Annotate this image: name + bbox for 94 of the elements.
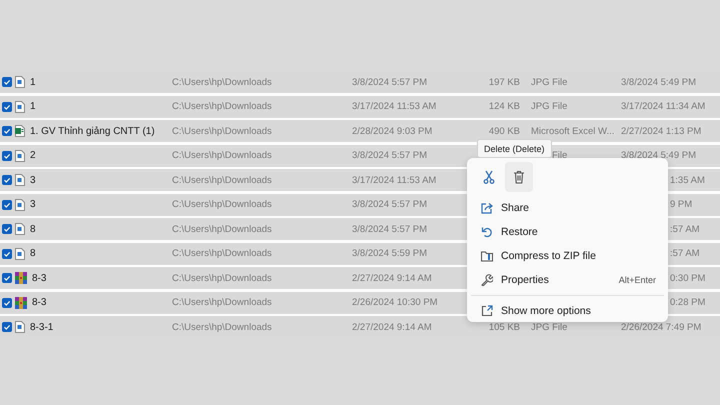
type-cell: File	[552, 150, 568, 161]
file-path: C:\Users\hp\Downloads	[172, 199, 273, 210]
checkbox[interactable]	[2, 224, 12, 234]
checkbox[interactable]	[2, 200, 12, 210]
spreadsheet-file-icon	[15, 125, 25, 137]
image-file-icon	[15, 248, 25, 260]
date-cell-text: 3/8/2024 5:57 PM	[352, 150, 428, 161]
size-cell: 197 KB	[488, 76, 520, 88]
share-icon	[481, 202, 493, 214]
checkbox[interactable]	[2, 102, 12, 112]
file-row[interactable]: 8-3-1 C:\Users\hp\Downloads 2/27/2024 9:14 AM 105 KB JPG File 2/26/2024 7:49 PM	[0, 316, 720, 338]
file-row[interactable]: 1 C:\Users\hp\Downloads 3/17/2024 11:53 AM 124 KB JPG File 3/17/2024 11:34 AM	[0, 96, 720, 118]
image-file-icon	[15, 223, 25, 235]
date-cell-text: 3/17/2024 11:53 AM	[352, 101, 438, 112]
file-path: C:\Users\hp\Downloads	[172, 126, 273, 136]
archive-file-icon	[15, 296, 27, 308]
date-cell: 9 PM	[670, 199, 692, 210]
date-cell: 0:28 PM	[670, 297, 706, 308]
type-cell: JPG File	[531, 76, 568, 88]
image-file-icon	[15, 150, 25, 162]
date-cell-text: 3/8/2024 5:57 PM	[352, 76, 428, 88]
image-file-icon	[15, 198, 25, 210]
image-file-icon	[15, 76, 25, 88]
file-name: 8-3	[32, 272, 46, 284]
date-cell-text: 2/27/2024 9:14 AM	[352, 272, 433, 284]
trash-icon	[513, 170, 525, 184]
date-cell: 1:35 AM	[670, 174, 705, 186]
checkbox[interactable]	[2, 322, 12, 332]
shortcut-label: Alt+Enter	[618, 275, 656, 285]
size-cell: 490 KB	[488, 126, 520, 136]
file-name: 8	[30, 248, 36, 259]
file-name: 1	[30, 101, 36, 112]
file-path: C:\Users\hp\Downloads	[172, 174, 273, 186]
checkbox[interactable]	[2, 77, 12, 87]
undo-arrow-icon	[481, 226, 493, 238]
file-name: 1	[30, 76, 36, 88]
file-path: C:\Users\hp\Downloads	[172, 101, 273, 112]
checkbox[interactable]	[2, 298, 12, 308]
file-path: C:\Users\hp\Downloads	[172, 224, 273, 234]
wrench-icon	[481, 274, 493, 286]
file-name: 8-3-1	[30, 322, 54, 332]
file-row[interactable]: 1 C:\Users\hp\Downloads 3/8/2024 5:57 PM 197 KB JPG File 3/8/2024 5:49 PM	[0, 71, 720, 93]
delete-button[interactable]	[505, 162, 533, 192]
menu-item[interactable]: Properties Alt+Enter	[471, 268, 664, 292]
date-cell: :57 AM	[670, 248, 700, 259]
date-cell: :57 AM	[670, 224, 700, 234]
menu-label: Restore	[501, 226, 538, 238]
scissors-icon	[483, 170, 495, 184]
type-cell: JPG File	[531, 322, 568, 332]
expand-icon	[481, 305, 493, 317]
file-path: C:\Users\hp\Downloads	[172, 248, 273, 259]
date-cell: 3/8/2024 5:49 PM	[621, 150, 696, 161]
image-file-icon	[15, 174, 25, 186]
date-cell-text: 3/8/2024 5:59 PM	[352, 248, 428, 259]
date-cell-text: 2/26/2024 10:30 PM	[352, 297, 439, 308]
file-name: 8	[30, 224, 36, 234]
file-path: C:\Users\hp\Downloads	[172, 76, 273, 88]
menu-label: Properties	[501, 274, 549, 286]
date-cell: 3/8/2024 5:49 PM	[621, 76, 696, 88]
date-cell: 3/17/2024 11:34 AM	[621, 101, 706, 112]
size-cell: 105 KB	[488, 322, 520, 332]
checkbox[interactable]	[2, 150, 12, 160]
archive-file-icon	[15, 272, 27, 284]
zip-folder-icon	[481, 250, 493, 262]
file-row[interactable]: 1. GV Thỉnh giảng CNTT (1) C:\Users\hp\Downloads 2/28/2024 9:03 PM 490 KB Microsoft Excel W... 2/27/2024 1:13 PM	[0, 120, 720, 142]
image-file-icon	[15, 100, 25, 112]
file-name: 3	[30, 174, 36, 186]
file-path: C:\Users\hp\Downloads	[172, 150, 273, 161]
date-cell: 2/27/2024 1:13 PM	[621, 126, 702, 136]
file-name: 2	[30, 150, 36, 161]
image-file-icon	[15, 321, 25, 333]
tooltip: Delete (Delete)	[477, 139, 552, 158]
size-cell: 124 KB	[488, 101, 520, 112]
date-cell: 0:30 PM	[670, 272, 706, 284]
file-path: C:\Users\hp\Downloads	[172, 322, 273, 332]
date-cell-text: 3/8/2024 5:57 PM	[352, 199, 428, 210]
file-path: C:\Users\hp\Downloads	[172, 272, 273, 284]
checkbox[interactable]	[2, 126, 12, 136]
file-name: 8-3	[32, 297, 46, 308]
file-name: 1. GV Thỉnh giảng CNTT (1)	[30, 126, 155, 136]
file-name: 3	[30, 199, 36, 210]
file-path: C:\Users\hp\Downloads	[172, 297, 273, 308]
menu-label: Compress to ZIP file	[501, 250, 596, 262]
date-cell-text: 3/8/2024 5:57 PM	[352, 224, 428, 234]
date-cell: 2/26/2024 7:49 PM	[621, 322, 702, 332]
type-cell: Microsoft Excel W...	[531, 126, 614, 136]
checkbox[interactable]	[2, 248, 12, 258]
date-cell-text: 2/27/2024 9:14 AM	[352, 322, 433, 332]
date-cell-text: 3/17/2024 11:53 AM	[352, 174, 438, 186]
checkbox[interactable]	[2, 175, 12, 185]
date-cell-text: 2/28/2024 9:03 PM	[352, 126, 434, 136]
menu-label: Share	[501, 202, 530, 214]
checkbox[interactable]	[2, 273, 12, 283]
type-cell: JPG File	[531, 101, 568, 112]
